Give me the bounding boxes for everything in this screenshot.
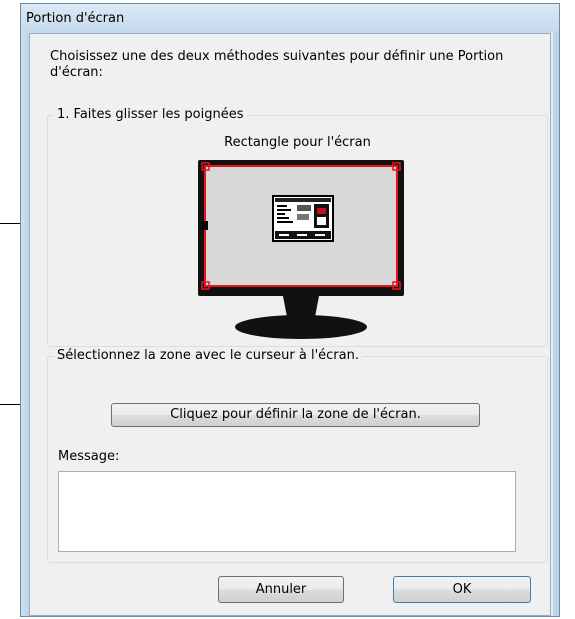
cancel-button[interactable]: Annuler bbox=[218, 576, 344, 603]
message-label: Message: bbox=[58, 449, 120, 464]
monitor-base bbox=[235, 315, 367, 339]
dialog-window: Portion d'écran Choisissez une des deux … bbox=[20, 3, 560, 617]
drag-handles-group: 1. Faites glisser les poignées Rectangle… bbox=[47, 107, 548, 347]
message-box[interactable] bbox=[58, 471, 516, 552]
ok-button[interactable]: OK bbox=[393, 576, 531, 603]
side-handle-icon bbox=[202, 221, 208, 230]
drag-handles-legend: 1. Faites glisser les poignées bbox=[54, 107, 247, 122]
cursor-select-group: Sélectionnez la zone avec le curseur à l… bbox=[47, 348, 548, 563]
rectangle-label: Rectangle pour l'écran bbox=[224, 135, 371, 150]
instructions-text: Choisissez une des deux méthodes suivant… bbox=[50, 49, 504, 80]
dialog-content: Choisissez une des deux méthodes suivant… bbox=[29, 33, 551, 616]
define-area-button[interactable]: Cliquez pour définir la zone de l'écran. bbox=[111, 403, 480, 427]
monitor-neck bbox=[283, 296, 319, 317]
cursor-select-legend: Sélectionnez la zone avec le curseur à l… bbox=[54, 348, 362, 363]
window-title: Portion d'écran bbox=[26, 11, 125, 26]
monitor-preview-icon[interactable] bbox=[197, 159, 406, 341]
title-bar: Portion d'écran bbox=[21, 4, 559, 33]
screen-thumbnail-icon bbox=[272, 195, 334, 242]
